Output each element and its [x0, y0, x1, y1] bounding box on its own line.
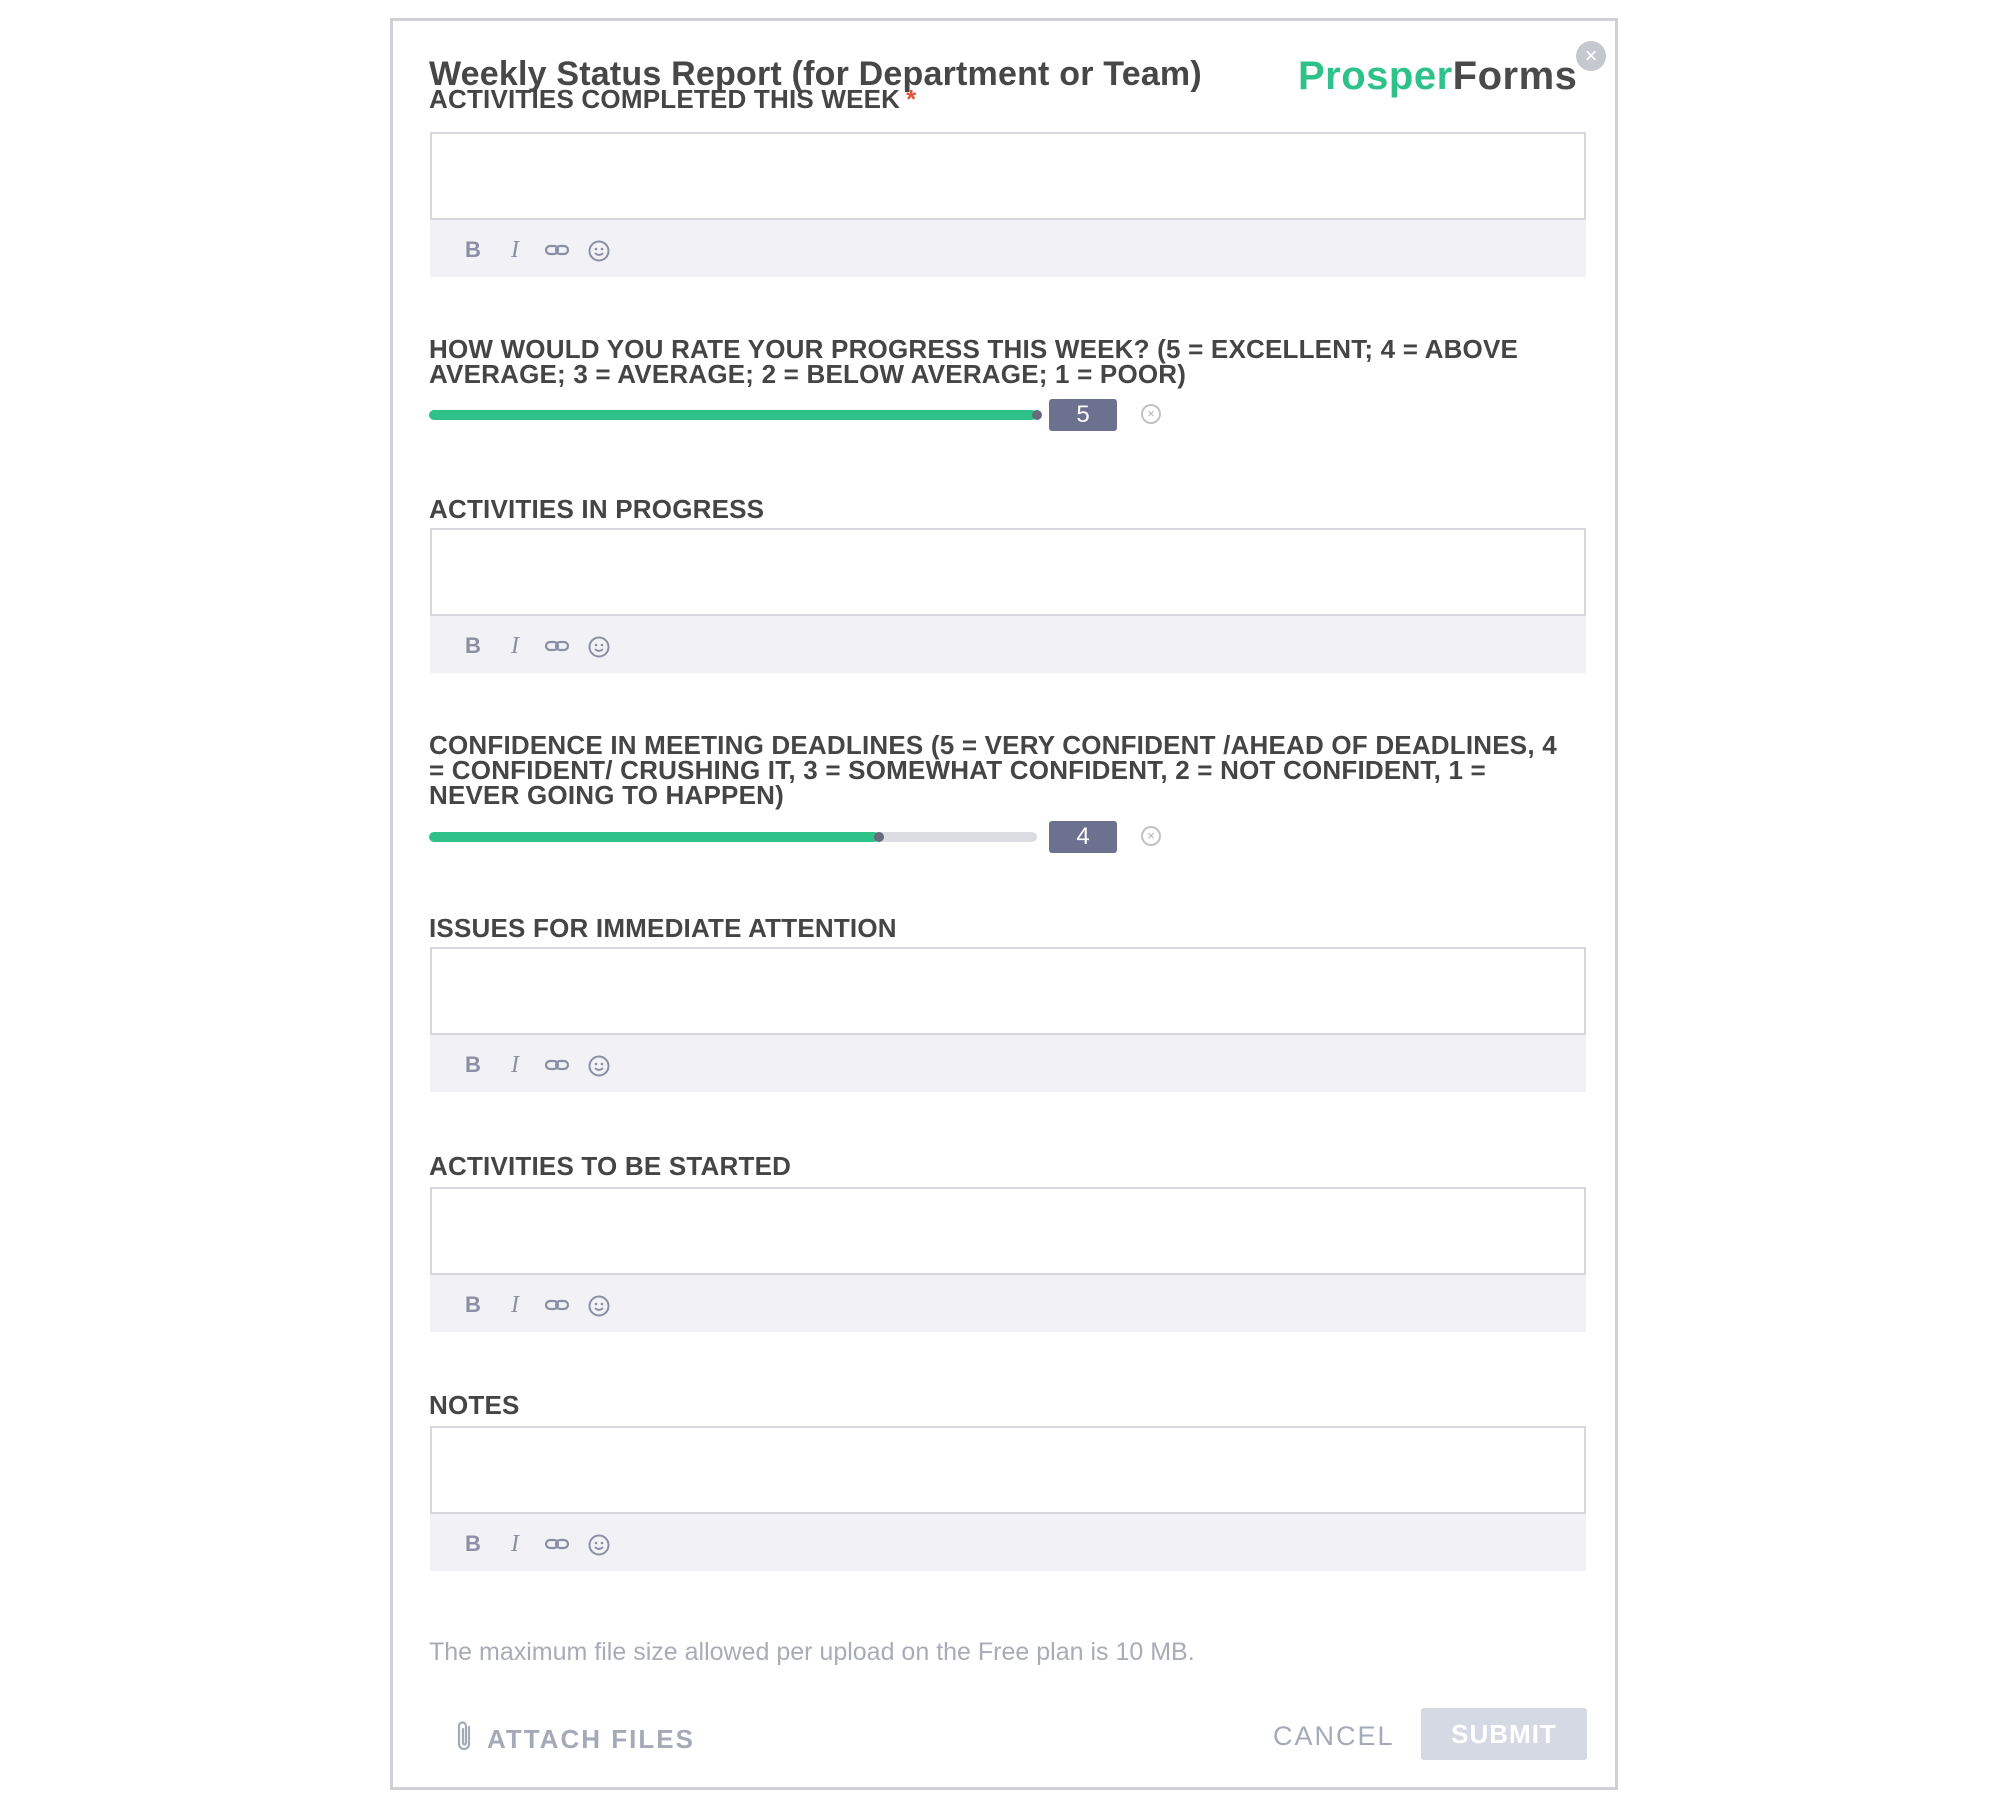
required-mark: * [906, 84, 917, 114]
editor-toolbar: B I [460, 235, 628, 265]
confidence-rating-slider[interactable]: 4 × [429, 821, 1189, 855]
italic-icon[interactable]: I [502, 633, 528, 659]
issues-editor: B I [430, 947, 1586, 1092]
in-progress-label: ACTIVITIES IN PROGRESS [429, 494, 765, 524]
link-icon[interactable] [544, 1292, 570, 1318]
slider-value-badge: 4 [1049, 821, 1117, 853]
emoji-icon[interactable] [586, 237, 612, 263]
completed-activities-editor: B I [430, 132, 1586, 277]
completed-activities-label: ACTIVITIES COMPLETED THIS WEEK * [429, 84, 917, 114]
link-icon[interactable] [544, 633, 570, 659]
slider-track[interactable] [429, 410, 1042, 420]
file-size-note: The maximum file size allowed per upload… [429, 1638, 1195, 1666]
to-be-started-label: ACTIVITIES TO BE STARTED [429, 1151, 792, 1181]
editor-toolbar: B I [460, 1050, 628, 1080]
close-icon[interactable]: × [1576, 41, 1606, 71]
attach-files-button[interactable]: ATTACH FILES [455, 1719, 695, 1759]
slider-thumb[interactable] [873, 832, 884, 842]
editor-toolbar: B I [460, 1290, 628, 1320]
bold-icon[interactable]: B [460, 1052, 486, 1078]
emoji-icon[interactable] [586, 1052, 612, 1078]
paperclip-icon [455, 1719, 487, 1760]
to-be-started-input[interactable] [430, 1187, 1586, 1275]
to-be-started-editor: B I [430, 1187, 1586, 1332]
italic-icon[interactable]: I [502, 1531, 528, 1557]
notes-input[interactable] [430, 1426, 1586, 1514]
emoji-icon[interactable] [586, 1531, 612, 1557]
confidence-rating-label: CONFIDENCE IN MEETING DEADLINES (5 = VER… [429, 730, 1557, 810]
issues-label: ISSUES FOR IMMEDIATE ATTENTION [429, 913, 897, 943]
clear-icon[interactable]: × [1141, 404, 1161, 424]
progress-rating-label: HOW WOULD YOU RATE YOUR PROGRESS THIS WE… [429, 334, 1519, 389]
clear-icon[interactable]: × [1141, 826, 1161, 846]
bold-icon[interactable]: B [460, 1531, 486, 1557]
issues-input[interactable] [430, 947, 1586, 1035]
completed-activities-input[interactable] [430, 132, 1586, 220]
cancel-button[interactable]: CANCEL [1273, 1721, 1395, 1752]
emoji-icon[interactable] [586, 633, 612, 659]
bold-icon[interactable]: B [460, 633, 486, 659]
link-icon[interactable] [544, 1531, 570, 1557]
notes-editor: B I [430, 1426, 1586, 1571]
slider-thumb[interactable] [1032, 410, 1042, 420]
italic-icon[interactable]: I [502, 1292, 528, 1318]
bold-icon[interactable]: B [460, 1292, 486, 1318]
in-progress-editor: B I [430, 528, 1586, 673]
italic-icon[interactable]: I [502, 237, 528, 263]
submit-button[interactable]: SUBMIT [1421, 1708, 1587, 1760]
link-icon[interactable] [544, 1052, 570, 1078]
in-progress-input[interactable] [430, 528, 1586, 616]
bold-icon[interactable]: B [460, 237, 486, 263]
link-icon[interactable] [544, 237, 570, 263]
editor-toolbar: B I [460, 631, 628, 661]
italic-icon[interactable]: I [502, 1052, 528, 1078]
notes-label: NOTES [429, 1390, 520, 1420]
progress-rating-slider[interactable]: 5 × [429, 399, 1189, 433]
editor-toolbar: B I [460, 1529, 628, 1559]
emoji-icon[interactable] [586, 1292, 612, 1318]
slider-value-badge: 5 [1049, 399, 1117, 431]
slider-fill [429, 410, 1037, 420]
attach-files-label: ATTACH FILES [487, 1723, 695, 1754]
slider-fill [429, 832, 879, 842]
slider-track[interactable] [429, 832, 1037, 842]
weekly-status-form: × Weekly Status Report (for Department o… [390, 18, 1618, 1790]
